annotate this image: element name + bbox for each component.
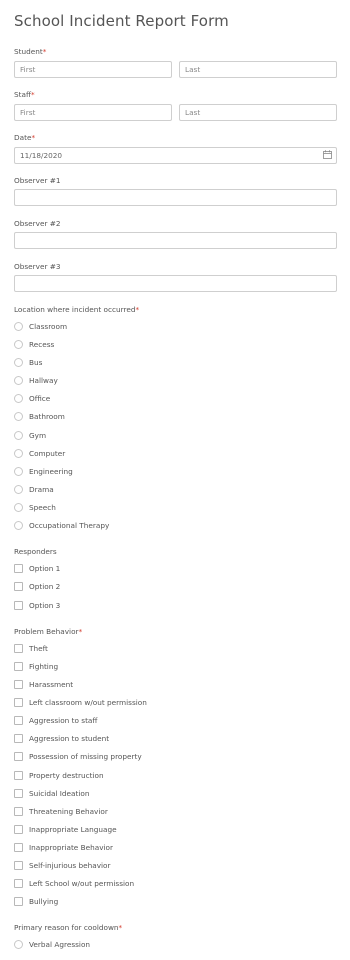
observer-2-label: Observer #2 (14, 219, 61, 228)
behavior-option[interactable]: Bullying (14, 895, 58, 907)
radio-button[interactable] (14, 939, 23, 949)
radio-button[interactable] (14, 321, 23, 331)
checkbox[interactable] (14, 842, 23, 852)
location-option[interactable]: Occupational Therapy (14, 519, 109, 531)
checkbox[interactable] (14, 878, 23, 888)
page-title: School Incident Report Form (14, 12, 229, 30)
location-option[interactable]: Engineering (14, 465, 73, 477)
checkbox[interactable] (14, 715, 23, 725)
cooldown-option[interactable]: Verbal Agression (14, 938, 90, 950)
behavior-option[interactable]: Aggression to staff (14, 714, 97, 726)
radio-button[interactable] (14, 502, 23, 512)
location-option[interactable]: Hallway (14, 374, 58, 386)
behavior-option[interactable]: Theft (14, 642, 48, 654)
location-option[interactable]: Office (14, 392, 50, 404)
radio-button[interactable] (14, 466, 23, 476)
location-option[interactable]: Gym (14, 429, 46, 441)
behavior-option[interactable]: Inappropriate Language (14, 823, 117, 835)
responder-option[interactable]: Option 3 (14, 599, 60, 611)
date-input[interactable] (14, 147, 337, 164)
checkbox[interactable] (14, 581, 23, 591)
checkbox[interactable] (14, 697, 23, 707)
cooldown-label: Primary reason for cooldown* (14, 923, 123, 932)
radio-button[interactable] (14, 393, 23, 403)
location-label: Location where incident occurred* (14, 305, 140, 314)
required-mark: * (78, 627, 83, 636)
student-first-name-input[interactable] (14, 61, 172, 78)
checkbox[interactable] (14, 896, 23, 906)
location-option[interactable]: Bathroom (14, 410, 65, 422)
student-label: Student* (14, 47, 47, 56)
checkbox[interactable] (14, 733, 23, 743)
radio-button[interactable] (14, 430, 23, 440)
responder-option[interactable]: Option 1 (14, 562, 60, 574)
date-field (14, 147, 337, 164)
required-mark: * (31, 90, 35, 99)
location-option[interactable]: Bus (14, 356, 42, 368)
checkbox[interactable] (14, 643, 23, 653)
checkbox[interactable] (14, 600, 23, 610)
radio-button[interactable] (14, 357, 23, 367)
required-mark: * (118, 923, 123, 932)
staff-first-name-input[interactable] (14, 104, 172, 121)
behavior-option[interactable]: Possession of missing property (14, 750, 142, 762)
checkbox[interactable] (14, 679, 23, 689)
behavior-option[interactable]: Suicidal Ideation (14, 787, 90, 799)
behavior-option[interactable]: Fighting (14, 660, 58, 672)
required-mark: * (42, 47, 47, 56)
observer-3-input[interactable] (14, 275, 337, 292)
checkbox[interactable] (14, 563, 23, 573)
behavior-option[interactable]: Property destruction (14, 769, 104, 781)
observer-1-input[interactable] (14, 189, 337, 206)
radio-button[interactable] (14, 484, 23, 494)
responders-label: Responders (14, 547, 57, 556)
location-option[interactable]: Recess (14, 338, 54, 350)
behavior-option[interactable]: Inappropriate Behavior (14, 841, 113, 853)
checkbox[interactable] (14, 788, 23, 798)
calendar-icon[interactable] (323, 150, 332, 159)
checkbox[interactable] (14, 806, 23, 816)
radio-button[interactable] (14, 520, 23, 530)
behavior-option[interactable]: Self-injurious behavior (14, 859, 111, 871)
observer-1-label: Observer #1 (14, 176, 61, 185)
radio-button[interactable] (14, 375, 23, 385)
checkbox[interactable] (14, 751, 23, 761)
location-option[interactable]: Speech (14, 501, 56, 513)
radio-button[interactable] (14, 448, 23, 458)
required-mark: * (31, 133, 36, 142)
checkbox[interactable] (14, 824, 23, 834)
staff-label: Staff* (14, 90, 35, 99)
behavior-option[interactable]: Aggression to student (14, 732, 109, 744)
observer-2-input[interactable] (14, 232, 337, 249)
date-label: Date* (14, 133, 36, 142)
location-option[interactable]: Drama (14, 483, 54, 495)
behavior-option[interactable]: Left School w/out permission (14, 877, 134, 889)
behavior-option[interactable]: Harassment (14, 678, 73, 690)
required-mark: * (135, 305, 140, 314)
staff-last-name-input[interactable] (179, 104, 337, 121)
checkbox[interactable] (14, 860, 23, 870)
problem-behavior-label: Problem Behavior* (14, 627, 83, 636)
responder-option[interactable]: Option 2 (14, 580, 60, 592)
behavior-option[interactable]: Left classroom w/out permission (14, 696, 147, 708)
observer-3-label: Observer #3 (14, 262, 61, 271)
student-last-name-input[interactable] (179, 61, 337, 78)
checkbox[interactable] (14, 770, 23, 780)
location-option[interactable]: Classroom (14, 320, 67, 332)
location-option[interactable]: Computer (14, 447, 65, 459)
radio-button[interactable] (14, 411, 23, 421)
radio-button[interactable] (14, 339, 23, 349)
checkbox[interactable] (14, 661, 23, 671)
behavior-option[interactable]: Threatening Behavior (14, 805, 108, 817)
